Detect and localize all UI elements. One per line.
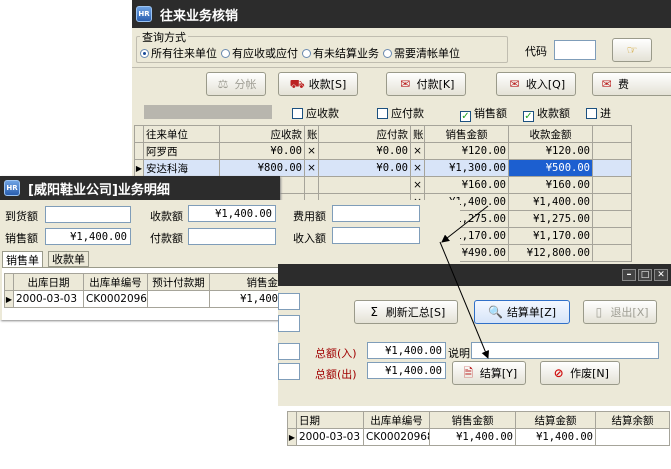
detail-grid: 出库日期 出库单编号 预计付款期 销售金 ▶ 2000-03-03 CK00020968 ¥… xyxy=(4,273,281,308)
table-row[interactable]: ▶ 2000-03-03 CK00020968 ¥1,400.00 ¥1,400.00 xyxy=(287,428,670,446)
receive-label: 收款额 xyxy=(150,210,183,223)
receive-button[interactable]: ⛟ 收款[S] xyxy=(278,72,358,96)
radio-unsettled[interactable]: 有未结算业务 xyxy=(302,45,379,61)
settle-titlebar: – □ ✕ xyxy=(278,264,671,286)
sales-label: 销售额 xyxy=(5,232,38,245)
search-hand-icon: ☞ xyxy=(626,43,638,57)
app-logo-icon: HR xyxy=(136,6,152,22)
table-row[interactable]: 阿罗西 ¥0.00 × ¥0.00 × ¥120.00 ¥120.00 xyxy=(134,142,632,160)
total-in-field: ¥1,400.00 xyxy=(367,342,446,359)
pay-field xyxy=(188,228,276,245)
detail-window: HR [威阳鞋业公司]业务明细 到货额 销售额 ¥1,400.00 收款额 ¥1… xyxy=(0,176,281,320)
query-group-label: 查询方式 xyxy=(140,29,188,45)
note-label: 说明 xyxy=(448,347,470,360)
receive-field: ¥1,400.00 xyxy=(188,205,276,222)
table-row[interactable]: ▶ 安达科海 ¥800.00 × ¥0.00 × ¥1,300.00 ¥500.00 xyxy=(134,159,632,177)
check-in[interactable]: 进 xyxy=(586,105,611,122)
pay-button[interactable]: ✉ 付款[K] xyxy=(386,72,466,96)
total-out-field: ¥1,400.00 xyxy=(367,362,446,379)
settle-list-button[interactable]: 🔍 结算单[Z] xyxy=(474,300,570,324)
income-field xyxy=(332,227,420,244)
sigma-icon: Σ xyxy=(370,305,378,319)
prohibit-icon: ⊘ xyxy=(553,366,564,380)
income-icon: ✉ xyxy=(509,77,520,91)
settle-grid-header: 日期 出库单编号 销售金额 结算金额 结算余额 xyxy=(287,411,670,429)
tab-sales[interactable]: 销售单 xyxy=(2,251,43,267)
receive-icon: ⛟ xyxy=(289,77,305,91)
expense-button[interactable]: ✉ 费 xyxy=(592,72,671,96)
settle-window: – □ ✕ Σ 刷新汇总[S] 🔍 结算单[Z] ▯ 退出[X] 总额(入) ¥1,4… xyxy=(278,264,671,469)
tab-receipts[interactable]: 收款单 xyxy=(48,251,89,267)
check-receivable[interactable]: 应收款 xyxy=(292,105,339,122)
check-payable[interactable]: 应付款 xyxy=(377,105,424,122)
split-icon: ⚖ xyxy=(217,77,229,91)
detail-titlebar: HR [威阳鞋业公司]业务明细 xyxy=(0,176,280,200)
income-label: 收入额 xyxy=(293,232,326,245)
query-button[interactable]: ☞ xyxy=(612,38,652,62)
toolbar-separator xyxy=(132,67,671,68)
radio-all-units[interactable]: 所有往来单位 xyxy=(140,45,217,61)
settle-grid: 日期 出库单编号 销售金额 结算金额 结算余额 ▶ 2000-03-03 CK0002096… xyxy=(287,411,670,446)
detail-window-right: 费用额 收入额 xyxy=(280,200,460,264)
detail-grid-header: 出库日期 出库单编号 预计付款期 销售金 xyxy=(4,273,281,291)
fee-field xyxy=(332,205,420,222)
maximize-icon[interactable]: □ xyxy=(638,269,652,281)
expense-icon: ✉ xyxy=(601,77,612,91)
minimize-icon[interactable]: – xyxy=(622,269,636,281)
pay-icon: ✉ xyxy=(400,77,411,91)
pay-label: 付款额 xyxy=(150,232,183,245)
void-button[interactable]: ⊘ 作废[N] xyxy=(540,361,620,385)
grid-header: 往来单位 应收款 账 应付款 账 销售金额 收款金额 xyxy=(134,125,632,143)
magnify-icon: 🔍 xyxy=(487,305,503,319)
radio-has-receivable[interactable]: 有应收或应付 xyxy=(221,45,298,61)
refresh-summary-button[interactable]: Σ 刷新汇总[S] xyxy=(354,300,458,324)
note-input[interactable] xyxy=(471,342,659,359)
check-received[interactable]: ✓ 收款额 xyxy=(523,105,570,122)
settle-field-2 xyxy=(278,315,300,332)
total-in-label: 总额(入) xyxy=(315,347,357,360)
settle-field-3 xyxy=(278,343,300,360)
total-out-label: 总额(出) xyxy=(315,368,357,381)
code-label: 代码 xyxy=(525,45,547,58)
settle-button[interactable]: 🗎 结算[Y] xyxy=(452,361,526,385)
settle-field-1 xyxy=(278,293,300,310)
income-button[interactable]: ✉ 收入[Q] xyxy=(496,72,576,96)
sales-field: ¥1,400.00 xyxy=(45,228,131,245)
close-icon[interactable]: ✕ xyxy=(654,269,668,281)
code-input[interactable] xyxy=(554,40,596,60)
radio-needs-clear[interactable]: 需要清帐单位 xyxy=(383,45,460,61)
exit-door-icon: ▯ xyxy=(595,305,603,319)
filter-bar xyxy=(144,105,272,119)
query-radios: 所有往来单位 有应收或应付 有未结算业务 需要清帐单位 xyxy=(140,45,460,61)
split-button[interactable]: ⚖ 分帐 xyxy=(206,72,266,96)
settle-field-4 xyxy=(278,363,300,380)
table-row[interactable]: ▶ 2000-03-03 CK00020968 ¥1,400 xyxy=(4,290,281,308)
settle-doc-icon: 🗎 xyxy=(463,366,474,380)
column-checks: 应收款 应付款 ✓ 销售额 ✓ 收款额 进 xyxy=(292,105,611,122)
detail-title: [威阳鞋业公司]业务明细 xyxy=(28,182,170,198)
fee-label: 费用额 xyxy=(293,210,326,223)
check-sales[interactable]: ✓ 销售额 xyxy=(460,105,507,122)
main-title: 往来业务核销 xyxy=(160,8,239,24)
detail-logo-icon: HR xyxy=(4,180,20,196)
arrival-field xyxy=(45,206,131,223)
arrival-label: 到货额 xyxy=(5,210,38,223)
exit-button[interactable]: ▯ 退出[X] xyxy=(583,300,657,324)
main-titlebar: HR 往来业务核销 xyxy=(132,0,671,28)
